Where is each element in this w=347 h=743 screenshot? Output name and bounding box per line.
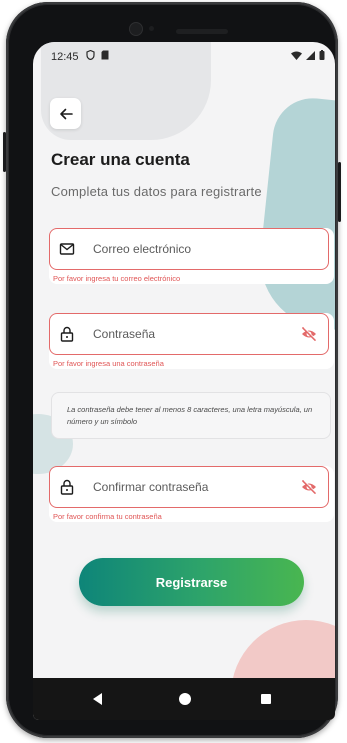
battery-icon (319, 50, 325, 60)
nav-back-icon[interactable] (93, 693, 102, 705)
eye-off-icon[interactable] (301, 479, 317, 495)
password-field[interactable]: Contraseña (49, 313, 329, 355)
password-error: Por favor ingresa una contraseña (53, 359, 164, 368)
front-camera (129, 22, 143, 36)
system-nav-bar (33, 678, 335, 720)
confirm-password-error: Por favor confirma tu contraseña (53, 512, 162, 521)
back-button[interactable] (50, 98, 81, 129)
password-field-group: Contraseña Por favor ingresa una contras… (49, 313, 334, 369)
email-field[interactable]: Correo electrónico (49, 228, 329, 270)
app-screen: 12:45 Crear una cuenta Completa tus dato… (33, 42, 335, 720)
page-title: Crear una cuenta (51, 150, 190, 169)
email-placeholder: Correo electrónico (93, 242, 192, 256)
email-field-group: Correo electrónico Por favor ingresa tu … (49, 228, 334, 284)
volume-button (3, 132, 6, 172)
password-hint-text: La contraseña debe tener al menos 8 cara… (67, 405, 313, 426)
shield-icon (86, 49, 95, 61)
arrow-left-icon (59, 108, 73, 119)
confirm-password-field-group: Confirmar contraseña Por favor confirma … (49, 466, 334, 522)
proximity-sensor (149, 26, 154, 31)
register-button[interactable]: Registrarse (79, 558, 304, 606)
password-placeholder: Contraseña (93, 327, 156, 341)
password-requirements-hint: La contraseña debe tener al menos 8 cara… (51, 392, 331, 439)
nav-recents-icon[interactable] (261, 694, 271, 704)
email-error: Por favor ingresa tu correo electrónico (53, 274, 181, 283)
power-button (338, 162, 341, 222)
wifi-icon (291, 51, 303, 60)
mail-icon (59, 243, 75, 255)
lock-icon (60, 326, 74, 342)
signal-icon (306, 51, 316, 60)
page-subtitle: Completa tus datos para registrarte (51, 184, 262, 199)
confirm-password-placeholder: Confirmar contraseña (93, 480, 209, 494)
sim-card-icon (101, 50, 109, 60)
decor-blob-teal (253, 94, 335, 334)
status-time: 12:45 (51, 51, 79, 63)
lock-icon (60, 479, 74, 495)
eye-off-icon[interactable] (301, 326, 317, 342)
confirm-password-field[interactable]: Confirmar contraseña (49, 466, 329, 508)
status-bar: 12:45 (33, 42, 335, 70)
phone-frame: 12:45 Crear una cuenta Completa tus dato… (3, 2, 341, 738)
nav-home-icon[interactable] (179, 693, 191, 705)
earpiece-speaker (176, 29, 228, 34)
